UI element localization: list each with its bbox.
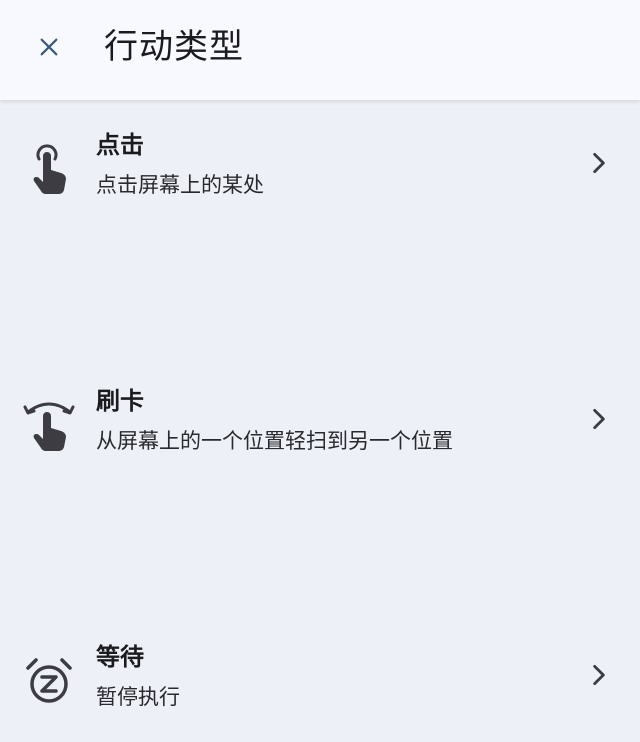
top-app-bar: 行动类型	[0, 0, 640, 100]
action-item-tap[interactable]: 点击 点击屏幕上的某处	[0, 102, 640, 230]
chevron-right-icon	[586, 406, 612, 432]
swipe-icon	[22, 398, 76, 452]
chevron-right-icon	[586, 150, 612, 176]
action-label: 等待	[96, 643, 144, 671]
action-description: 从屏幕上的一个位置轻扫到另一个位置	[96, 429, 453, 453]
close-icon	[40, 38, 58, 56]
action-label: 刷卡	[96, 387, 144, 415]
action-label: 点击	[96, 131, 144, 159]
action-description: 点击屏幕上的某处	[96, 173, 264, 197]
close-button[interactable]	[24, 22, 74, 72]
action-item-swipe[interactable]: 刷卡 从屏幕上的一个位置轻扫到另一个位置	[0, 358, 640, 486]
chevron-right-icon	[586, 662, 612, 688]
tap-icon	[22, 142, 76, 196]
wait-clock-icon	[22, 654, 76, 708]
action-type-list: 点击 点击屏幕上的某处 刷卡 从屏幕上的一个位置轻扫到另一个位置 等待 暂停执行	[0, 102, 640, 709]
page-title: 行动类型	[104, 27, 244, 67]
action-description: 暂停执行	[96, 685, 180, 709]
action-item-wait[interactable]: 等待 暂停执行	[0, 614, 640, 742]
